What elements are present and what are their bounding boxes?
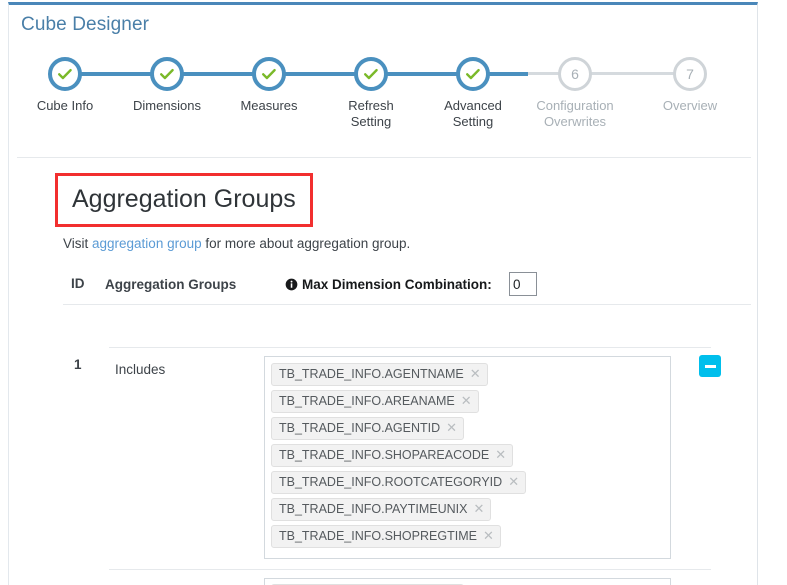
cube-designer-panel: Cube Designer Cube Info Dimensions Measu… bbox=[8, 2, 758, 585]
mandatory-dimensions-field: TB_TRADE_INFO.AGENTID✕ bbox=[264, 578, 671, 585]
header-divider bbox=[17, 157, 751, 158]
step-number-6: 6 bbox=[571, 66, 579, 82]
step-label-5: Advanced Setting bbox=[444, 98, 502, 129]
step-circle-1 bbox=[48, 57, 82, 91]
tag-item[interactable]: TB_TRADE_INFO.AGENTID ✕ bbox=[271, 417, 465, 440]
aggregation-groups-heading-annotation: Aggregation Groups bbox=[55, 173, 313, 227]
step-advanced-setting[interactable]: Advanced Setting bbox=[417, 57, 529, 130]
info-circle-icon bbox=[285, 278, 298, 291]
step-configuration-overwrites[interactable]: 6 Configuration Overwrites bbox=[519, 57, 631, 130]
max-dimension-combination-label: Max Dimension Combination: bbox=[285, 277, 492, 292]
help-text-suffix: for more about aggregation group. bbox=[201, 236, 411, 251]
tag-item[interactable]: TB_TRADE_INFO.SHOPAREACODE ✕ bbox=[271, 444, 514, 467]
screen: Cube Designer Cube Info Dimensions Measu… bbox=[0, 0, 787, 585]
tag-label: TB_TRADE_INFO.AGENTNAME bbox=[279, 367, 464, 381]
step-label-7: Overview bbox=[662, 98, 718, 113]
includes-tagbox[interactable]: TB_TRADE_INFO.AGENTNAME ✕ TB_TRADE_INFO.A… bbox=[264, 356, 671, 559]
tag-item[interactable]: TB_TRADE_INFO.AGENTNAME ✕ bbox=[271, 363, 488, 386]
step-overview[interactable]: 7 Overview bbox=[634, 57, 746, 114]
check-icon bbox=[466, 68, 480, 80]
aggregation-group-fields: Includes TB_TRADE_INFO.AGENTNAME ✕ TB_TRA… bbox=[109, 347, 711, 585]
step-label-3: Measures bbox=[240, 98, 298, 113]
mandatory-dimensions-tagbox[interactable]: TB_TRADE_INFO.AGENTID✕ bbox=[264, 578, 671, 585]
table-header-row: ID Aggregation Groups Max Dimension Comb… bbox=[63, 267, 751, 305]
page-title: Cube Designer bbox=[21, 14, 150, 35]
check-icon bbox=[160, 68, 174, 80]
tag-label: TB_TRADE_INFO.SHOPAREACODE bbox=[279, 448, 490, 462]
check-icon bbox=[364, 68, 378, 80]
step-label-6: Configuration Overwrites bbox=[536, 98, 614, 129]
row-id-cell: 1 bbox=[74, 357, 82, 372]
tag-remove-icon[interactable]: ✕ bbox=[461, 394, 472, 407]
step-measures[interactable]: Measures bbox=[213, 57, 325, 114]
max-dimension-combination-input[interactable] bbox=[509, 272, 537, 296]
step-refresh-setting[interactable]: Refresh Setting bbox=[315, 57, 427, 130]
tag-remove-icon[interactable]: ✕ bbox=[508, 475, 519, 488]
aggregation-groups-table: ID Aggregation Groups Max Dimension Comb… bbox=[63, 267, 751, 585]
includes-label: Includes bbox=[115, 362, 166, 377]
help-text: Visit aggregation group for more about a… bbox=[63, 236, 410, 251]
includes-row: Includes TB_TRADE_INFO.AGENTNAME ✕ TB_TRA… bbox=[109, 347, 711, 569]
step-number-7: 7 bbox=[686, 66, 694, 82]
tag-label: TB_TRADE_INFO.SHOPREGTIME bbox=[279, 529, 477, 543]
step-label-2: Dimensions bbox=[133, 98, 201, 113]
mandatory-dimensions-row: Mandatory Dimensions TB_TRADE_INFO.AGENT… bbox=[109, 569, 711, 585]
tag-remove-icon[interactable]: ✕ bbox=[473, 502, 484, 515]
step-cube-info[interactable]: Cube Info bbox=[9, 57, 121, 114]
tag-label: TB_TRADE_INFO.PAYTIMEUNIX bbox=[279, 502, 468, 516]
tag-item[interactable]: TB_TRADE_INFO.SHOPREGTIME ✕ bbox=[271, 525, 501, 548]
tag-item[interactable]: TB_TRADE_INFO.ROOTCATEGORYID ✕ bbox=[271, 471, 527, 494]
tag-remove-icon[interactable]: ✕ bbox=[446, 421, 457, 434]
step-circle-2 bbox=[150, 57, 184, 91]
tag-item[interactable]: TB_TRADE_INFO.PAYTIMEUNIX ✕ bbox=[271, 498, 492, 521]
step-dimensions[interactable]: Dimensions bbox=[111, 57, 223, 114]
tag-item[interactable]: TB_TRADE_INFO.AREANAME ✕ bbox=[271, 390, 479, 413]
step-circle-4 bbox=[354, 57, 388, 91]
step-label-4: Refresh Setting bbox=[348, 98, 394, 129]
step-circle-7: 7 bbox=[673, 57, 707, 91]
tag-remove-icon[interactable]: ✕ bbox=[483, 529, 494, 542]
includes-field: TB_TRADE_INFO.AGENTNAME ✕ TB_TRADE_INFO.A… bbox=[264, 356, 671, 559]
max-dimension-combination-text: Max Dimension Combination: bbox=[302, 277, 492, 292]
check-icon bbox=[58, 68, 72, 80]
page-section-title: Aggregation Groups bbox=[72, 185, 296, 213]
aggregation-group-link[interactable]: aggregation group bbox=[92, 236, 202, 251]
column-header-aggregation-groups: Aggregation Groups bbox=[105, 277, 237, 292]
help-text-prefix: Visit bbox=[63, 236, 93, 251]
tag-label: TB_TRADE_INFO.ROOTCATEGORYID bbox=[279, 475, 503, 489]
step-label-1: Cube Info bbox=[36, 98, 94, 113]
tag-remove-icon[interactable]: ✕ bbox=[495, 448, 506, 461]
column-header-id: ID bbox=[71, 276, 85, 291]
check-icon bbox=[262, 68, 276, 80]
step-circle-6: 6 bbox=[558, 57, 592, 91]
step-circle-3 bbox=[252, 57, 286, 91]
tag-label: TB_TRADE_INFO.AREANAME bbox=[279, 394, 455, 408]
tag-remove-icon[interactable]: ✕ bbox=[470, 367, 481, 380]
tag-label: TB_TRADE_INFO.AGENTID bbox=[279, 421, 441, 435]
wizard-stepper: Cube Info Dimensions Measures Refresh Se… bbox=[9, 57, 757, 147]
step-circle-5 bbox=[456, 57, 490, 91]
